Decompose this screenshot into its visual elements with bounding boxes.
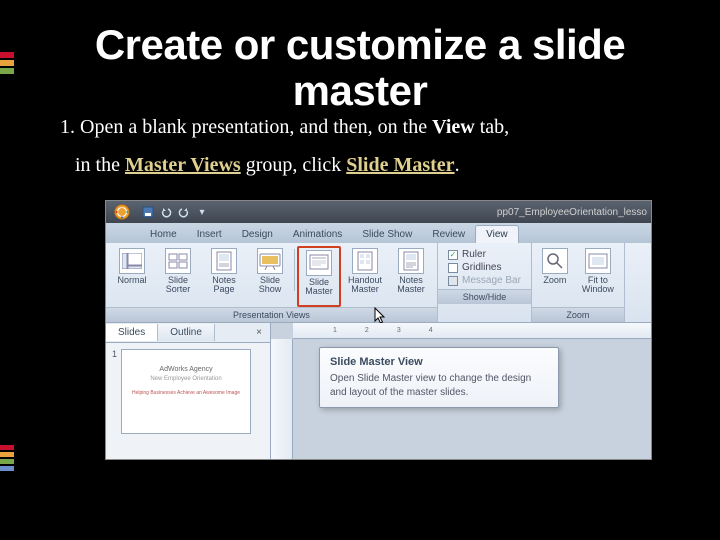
redo-icon[interactable] [178,206,190,218]
step-text-5: . [455,154,460,176]
slide-body: 1. Open a blank presentation, and then, … [0,108,720,184]
step-text-3: in the [75,154,125,176]
handout-master-icon [352,248,378,274]
panel-tab-outline[interactable]: Outline [158,324,215,341]
notes-page-button[interactable]: Notes Page [202,246,246,307]
tab-slide-show[interactable]: Slide Show [352,226,422,243]
lower-pane: Slides Outline × 1 AdWorks Agency New Em… [106,323,651,459]
handout-master-button[interactable]: Handout Master [343,246,387,307]
normal-button[interactable]: Normal [110,246,154,307]
step-text-1: 1. Open a blank presentation, and then, … [60,116,432,138]
tab-view[interactable]: View [475,225,519,243]
slide-title: Create or customize a slide master [0,0,720,114]
zoom-icon [542,248,568,274]
powerpoint-screenshot: ▾ pp07_EmployeeOrientation_lesso Home In… [105,200,652,460]
slide-show-icon [257,248,283,274]
panel-close-icon[interactable]: × [248,327,270,338]
view-tab-ref: View [432,116,475,138]
slide-edit-area: 1 2 3 4 Slide Master View Open Slide Mas… [271,323,651,459]
slide-master-ref: Slide Master [346,154,454,176]
slide-title-line1: Create or customize a slide [95,21,625,68]
window-title: pp07_EmployeeOrientation_lesso [497,207,651,218]
notes-master-icon [398,248,424,274]
message-bar-checkbox: Message Bar [448,275,521,286]
tooltip-title: Slide Master View [330,356,548,368]
step-text-2: tab, [475,116,509,138]
thumbnails: 1 AdWorks Agency New Employee Orientatio… [106,343,270,459]
quick-access-toolbar: ▾ [142,206,208,218]
group-label-show-hide: Show/Hide [438,289,531,304]
zoom-button[interactable]: Zoom [536,246,574,307]
tooltip-body: Open Slide Master view to change the des… [330,372,548,399]
slide-show-button[interactable]: Slide Show [248,246,292,307]
tab-home[interactable]: Home [140,226,187,243]
fit-window-icon [585,248,611,274]
horizontal-ruler: 1 2 3 4 [293,323,651,339]
normal-icon [119,248,145,274]
step-text-4: group, click [241,154,347,176]
slide-sorter-button[interactable]: Slide Sorter [156,246,200,307]
panel-tabs: Slides Outline × [106,323,270,343]
notes-master-button[interactable]: Notes Master [389,246,433,307]
slide-master-tooltip: Slide Master View Open Slide Master view… [319,347,559,408]
vertical-ruler [271,339,293,459]
slide-thumbnail[interactable]: AdWorks Agency New Employee Orientation … [121,349,251,434]
tab-animations[interactable]: Animations [283,226,352,243]
thumbnail-row[interactable]: 1 AdWorks Agency New Employee Orientatio… [112,349,264,434]
slide-master-icon [306,250,332,276]
thumbnail-number: 1 [112,349,117,434]
undo-icon[interactable] [160,206,172,218]
tab-design[interactable]: Design [232,226,283,243]
decorative-stripes-top [0,52,14,76]
notes-page-icon [211,248,237,274]
office-button[interactable] [108,201,136,223]
qat-dropdown-icon[interactable]: ▾ [196,206,208,218]
slides-panel: Slides Outline × 1 AdWorks Agency New Em… [106,323,271,459]
group-zoom: Zoom Fit to Window Zoom [532,243,625,322]
tab-insert[interactable]: Insert [187,226,232,243]
ruler-checkbox[interactable]: ✓Ruler [448,249,521,260]
window-titlebar: ▾ pp07_EmployeeOrientation_lesso [106,201,651,223]
group-show-hide: ✓Ruler Gridlines Message Bar Show/Hide [438,243,532,322]
sorter-icon [165,248,191,274]
gridlines-checkbox[interactable]: Gridlines [448,262,521,273]
slide-master-button[interactable]: Slide Master [297,246,341,307]
group-separator [294,249,295,291]
ribbon-tabs: Home Insert Design Animations Slide Show… [106,223,651,243]
panel-tab-slides[interactable]: Slides [106,324,158,341]
group-presentation-views: Normal Slide Sorter Notes Page Slide Sho… [106,243,438,322]
group-label-presentation-views: Presentation Views [106,307,437,322]
master-views-ref: Master Views [125,154,241,176]
save-icon[interactable] [142,206,154,218]
tab-review[interactable]: Review [422,226,475,243]
ribbon-body: Normal Slide Sorter Notes Page Slide Sho… [106,243,651,323]
fit-to-window-button[interactable]: Fit to Window [576,246,620,307]
group-label-zoom: Zoom [532,307,624,322]
decorative-stripes-bottom [0,445,14,473]
